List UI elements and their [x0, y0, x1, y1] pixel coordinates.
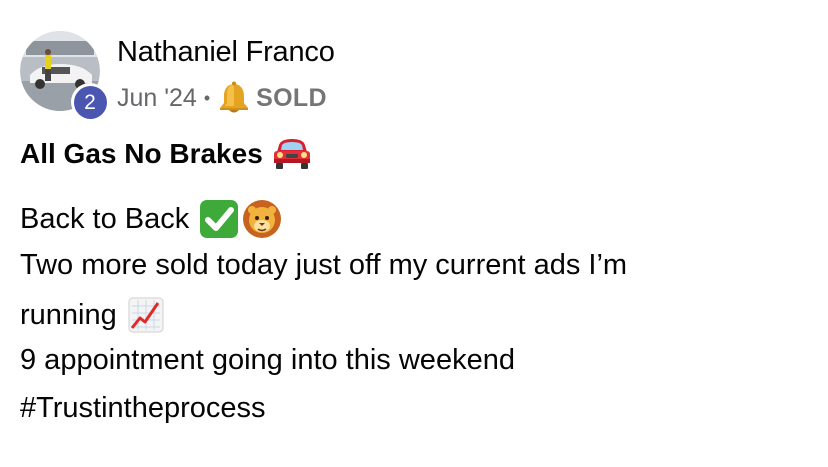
- post-line-3: running: [20, 296, 164, 334]
- notification-badge: 2: [71, 83, 109, 121]
- post-card: 2 Nathaniel Franco Jun '24 • SOLD All Ga…: [0, 0, 828, 467]
- sold-tag: SOLD: [256, 83, 327, 112]
- post-line-1: Back to Back: [20, 198, 283, 240]
- bell-icon: [220, 81, 249, 113]
- check-mark-emoji-icon: [200, 200, 239, 238]
- lion-emoji-icon: [243, 200, 282, 238]
- hashtag-link[interactable]: #Trustintheprocess: [20, 392, 266, 425]
- post-line-4: 9 appointment going into this weekend: [20, 344, 515, 377]
- meta-separator: •: [203, 87, 211, 108]
- post-date[interactable]: Jun '24: [117, 84, 197, 113]
- author-avatar[interactable]: 2: [20, 31, 109, 121]
- badge-count: 2: [73, 85, 107, 119]
- post-title: All Gas No Brakes: [20, 137, 313, 171]
- post-title-text: All Gas No Brakes: [20, 138, 263, 169]
- post-line-5: #Trustintheprocess: [20, 392, 266, 425]
- chart-increasing-emoji-icon: [128, 297, 164, 333]
- post-meta: Jun '24 • SOLD: [117, 80, 327, 116]
- author-name[interactable]: Nathaniel Franco: [117, 36, 335, 69]
- car-emoji-icon: [273, 139, 310, 169]
- post-line-4-text: 9 appointment going into this weekend: [20, 344, 515, 376]
- post-line-1-text: Back to Back: [20, 202, 190, 235]
- post-line-2-text: Two more sold today just off my current …: [20, 249, 628, 281]
- post-line-3-text: running: [20, 298, 117, 331]
- post-line-2: Two more sold today just off my current …: [20, 249, 627, 282]
